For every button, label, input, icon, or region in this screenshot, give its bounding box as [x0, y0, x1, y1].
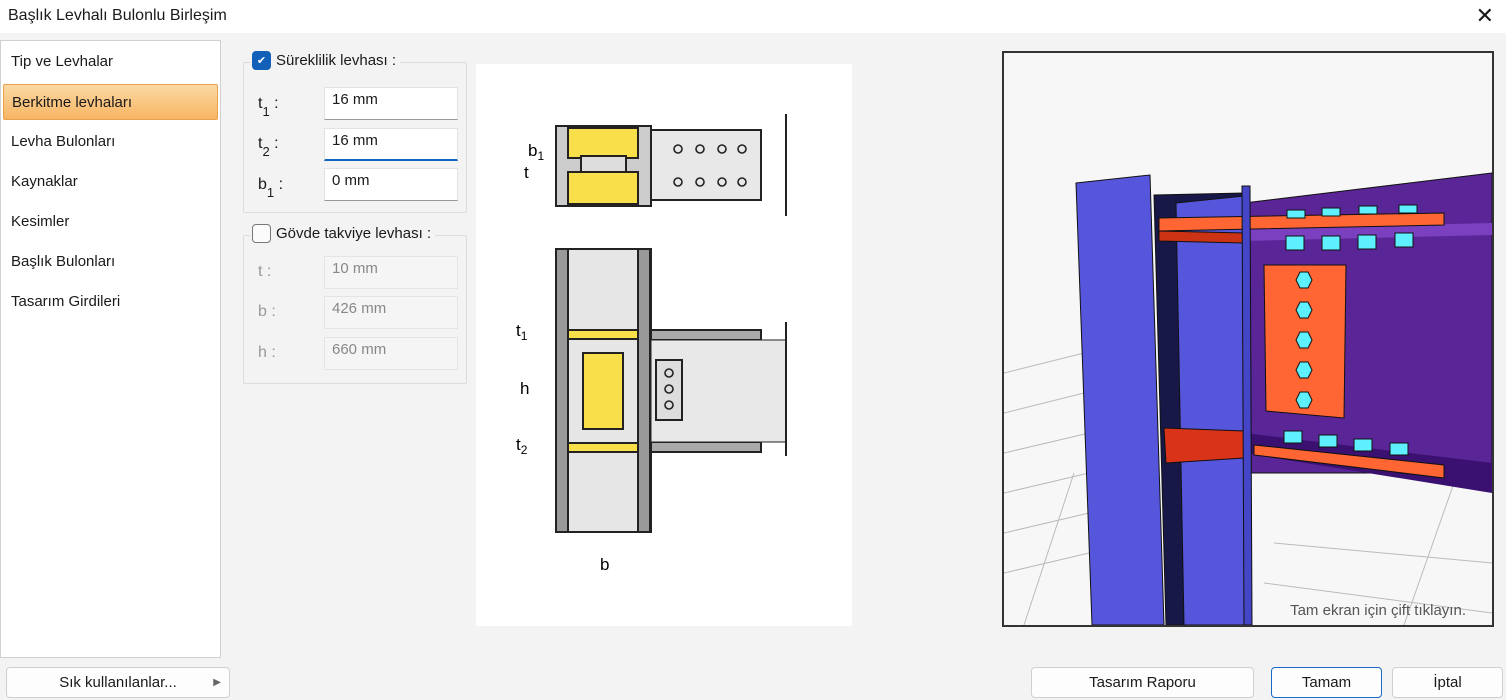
- t2-label: t2 :: [258, 135, 279, 160]
- t1-input[interactable]: 16 mm: [324, 87, 458, 120]
- plan-view: [555, 114, 787, 216]
- sidebar-item-berkitme-levhalari[interactable]: Berkitme levhaları: [3, 84, 218, 120]
- continuity-plate-checkbox[interactable]: ✔: [252, 51, 271, 70]
- sidebar: Tip ve Levhalar Berkitme levhaları Levha…: [0, 40, 221, 658]
- sidebar-item-levha-bulonlari[interactable]: Levha Bulonları: [3, 124, 218, 160]
- elevation-view: [555, 248, 787, 533]
- web-t-input[interactable]: 10 mm: [324, 256, 458, 289]
- t-dim-label: t: [524, 163, 529, 182]
- 3d-model: [1003, 172, 1493, 626]
- sidebar-item-baslik-bulonlari[interactable]: Başlık Bulonları: [3, 244, 218, 280]
- web-h-input[interactable]: 660 mm: [324, 337, 458, 370]
- close-icon[interactable]: ✕: [1476, 3, 1494, 29]
- b1-label: b1 :: [258, 176, 284, 201]
- chevron-right-icon: ▶: [213, 677, 221, 688]
- b1-input[interactable]: 0 mm: [324, 168, 458, 201]
- cancel-button[interactable]: İptal: [1392, 667, 1503, 698]
- web-t-label: t :: [258, 263, 272, 280]
- 3d-viewer[interactable]: Tam ekran için çift tıklayın.: [1002, 51, 1494, 627]
- web-h-label: h :: [258, 344, 276, 361]
- favorites-button[interactable]: Sık kullanılanlar... ▶: [6, 667, 230, 698]
- sidebar-item-kesimler[interactable]: Kesimler: [3, 204, 218, 240]
- continuity-plate-label: Süreklilik levhası :: [276, 52, 397, 69]
- sidebar-item-tasarim-girdileri[interactable]: Tasarım Girdileri: [3, 284, 218, 320]
- t1-label: t1 :: [258, 95, 279, 120]
- continuity-plate-group: ✔ Süreklilik levhası : t1 : 16 mm t2 : 16…: [243, 51, 467, 213]
- title-bar: Başlık Levhalı Bulonlu Birleşim ✕: [0, 0, 1506, 33]
- sidebar-item-kaynaklar[interactable]: Kaynaklar: [3, 164, 218, 200]
- sidebar-item-tip-ve-levhalar[interactable]: Tip ve Levhalar: [3, 44, 218, 80]
- b1-dim-label: b1: [528, 141, 544, 163]
- design-report-button[interactable]: Tasarım Raporu: [1031, 667, 1254, 698]
- t1-dim-label: t1: [516, 321, 528, 343]
- h-dim-label: h: [520, 379, 529, 398]
- favorites-label: Sık kullanılanlar...: [59, 674, 177, 691]
- viewer-hint: Tam ekran için çift tıklayın.: [1290, 602, 1466, 619]
- stiffener-diagram: b1 t t1 h t2 b: [476, 64, 852, 626]
- ok-button[interactable]: Tamam: [1271, 667, 1382, 698]
- t2-input[interactable]: 16 mm: [324, 128, 458, 161]
- web-plate-label: Gövde takviye levhası :: [276, 225, 432, 242]
- web-plate-group: Gövde takviye levhası : t : 10 mm b : 42…: [243, 224, 467, 384]
- window-title: Başlık Levhalı Bulonlu Birleşim: [8, 7, 227, 24]
- web-plate-checkbox[interactable]: [252, 224, 271, 243]
- web-b-label: b :: [258, 303, 276, 320]
- b-dim-label: b: [600, 555, 609, 574]
- t2-dim-label: t2: [516, 435, 528, 457]
- web-b-input[interactable]: 426 mm: [324, 296, 458, 329]
